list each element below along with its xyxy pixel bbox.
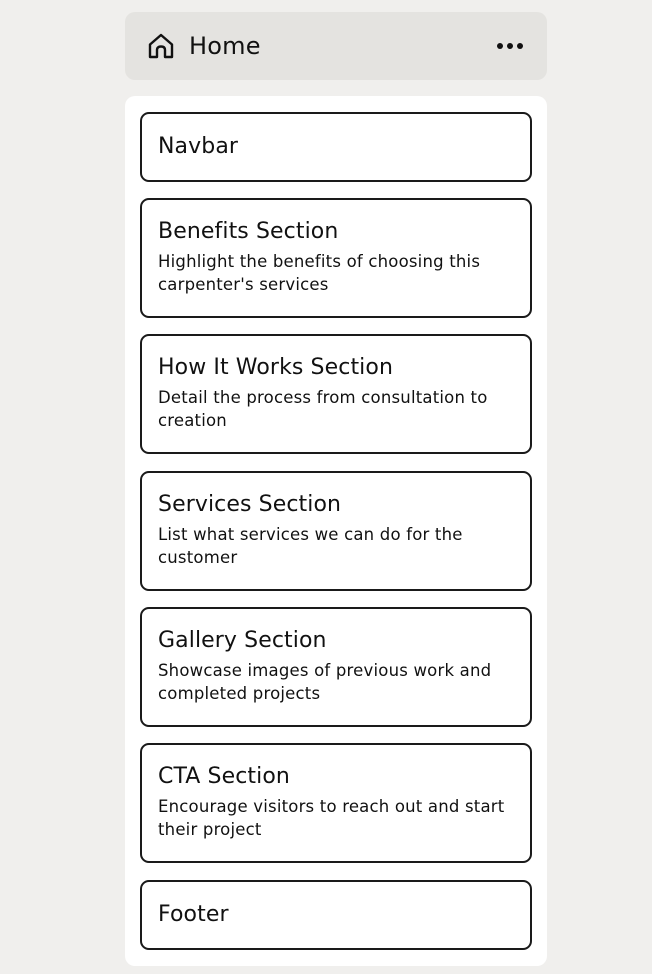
more-options-button[interactable] <box>493 31 527 61</box>
section-title: Footer <box>158 902 229 927</box>
section-description: Highlight the benefits of choosing this … <box>158 252 481 294</box>
section-card-footer[interactable]: Footer <box>140 880 532 950</box>
section-title: Benefits Section <box>158 219 339 244</box>
section-title: Navbar <box>158 134 239 159</box>
section-title: Services Section <box>158 492 342 517</box>
section-description: Detail the process from consultation to … <box>158 388 488 430</box>
sections-panel: Navbar Benefits Section Highlight the be… <box>125 96 547 966</box>
more-horizontal-icon <box>497 43 523 49</box>
section-card-services[interactable]: Services Section List what services we c… <box>140 471 532 591</box>
section-description: Showcase images of previous work and com… <box>158 661 492 703</box>
section-title: CTA Section <box>158 764 290 789</box>
section-card-cta[interactable]: CTA Section Encourage visitors to reach … <box>140 743 532 863</box>
section-card-navbar[interactable]: Navbar <box>140 112 532 182</box>
section-card-how-it-works[interactable]: How It Works Section Detail the process … <box>140 334 532 454</box>
page-title: Home <box>189 32 261 60</box>
home-icon <box>145 30 177 62</box>
page-header: Home <box>125 12 547 80</box>
section-title: Gallery Section <box>158 628 327 653</box>
section-card-gallery[interactable]: Gallery Section Showcase images of previ… <box>140 607 532 727</box>
section-card-benefits[interactable]: Benefits Section Highlight the benefits … <box>140 198 532 318</box>
section-description: Encourage visitors to reach out and star… <box>158 797 505 839</box>
section-title: How It Works Section <box>158 355 393 380</box>
section-description: List what services we can do for the cus… <box>158 525 463 567</box>
